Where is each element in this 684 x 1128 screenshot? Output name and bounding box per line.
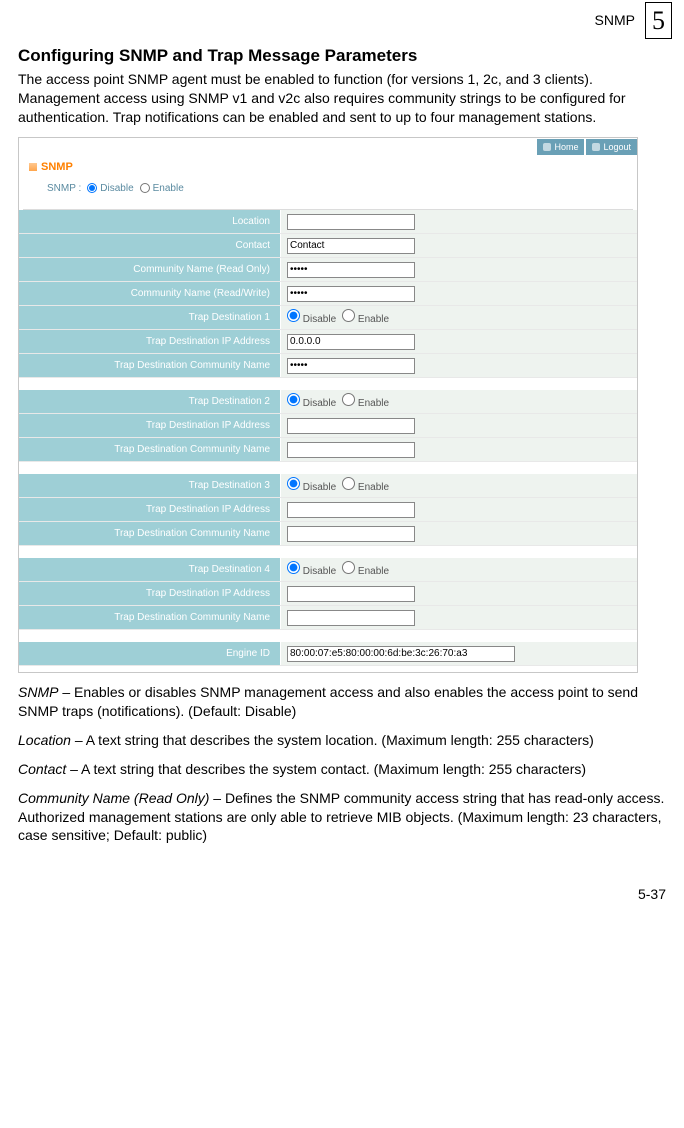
trap3-disable-radio[interactable]: [287, 477, 300, 490]
location-input[interactable]: [287, 214, 415, 230]
page-header: SNMP 5: [0, 0, 684, 45]
row-trap1-comm: Trap Destination Community Name: [19, 354, 637, 378]
trap4-dest-label: Trap Destination 4: [19, 558, 281, 581]
def-contact-term: Contact: [18, 761, 66, 777]
trap3-comm-label: Trap Destination Community Name: [19, 522, 281, 545]
trap3-ip-label: Trap Destination IP Address: [19, 498, 281, 521]
row-trap4-dest: Trap Destination 4 Disable Enable: [19, 558, 637, 582]
snmp-disable-radio[interactable]: [87, 183, 97, 193]
def-comm-ro-term: Community Name (Read Only): [18, 790, 209, 806]
trap1-comm-input[interactable]: [287, 358, 415, 374]
row-engine-id: Engine ID: [19, 642, 637, 666]
trap3-comm-input[interactable]: [287, 526, 415, 542]
trap2-disable-option[interactable]: Disable: [287, 393, 336, 411]
trap4-comm-input[interactable]: [287, 610, 415, 626]
snmp-enable-row: SNMP : Disable Enable: [19, 179, 637, 202]
comm-ro-input[interactable]: [287, 262, 415, 278]
def-location-text: – A text string that describes the syste…: [71, 732, 594, 748]
row-trap2-comm: Trap Destination Community Name: [19, 438, 637, 462]
trap2-ip-label: Trap Destination IP Address: [19, 414, 281, 437]
row-trap4-ip: Trap Destination IP Address: [19, 582, 637, 606]
row-trap4-comm: Trap Destination Community Name: [19, 606, 637, 630]
contact-input[interactable]: [287, 238, 415, 254]
location-label: Location: [19, 210, 281, 233]
def-location: Location – A text string that describes …: [18, 731, 666, 750]
trap1-enable-radio[interactable]: [342, 309, 355, 322]
trap2-comm-label: Trap Destination Community Name: [19, 438, 281, 461]
trap1-disable-radio[interactable]: [287, 309, 300, 322]
trap1-enable-option[interactable]: Enable: [342, 309, 389, 327]
snmp-ui-screenshot: Home Logout SNMP SNMP : Disable Enable L…: [18, 137, 638, 673]
trap3-disable-option[interactable]: Disable: [287, 477, 336, 495]
row-trap2-dest: Trap Destination 2 Disable Enable: [19, 390, 637, 414]
row-contact: Contact: [19, 234, 637, 258]
home-label: Home: [554, 141, 578, 153]
row-trap1-dest: Trap Destination 1 Disable Enable: [19, 306, 637, 330]
trap3-enable-option[interactable]: Enable: [342, 477, 389, 495]
def-contact-text: – A text string that describes the syste…: [66, 761, 586, 777]
engine-id-label: Engine ID: [19, 642, 281, 665]
trap2-ip-input[interactable]: [287, 418, 415, 434]
ui-topbar: Home Logout: [19, 138, 637, 156]
home-button[interactable]: Home: [537, 139, 584, 155]
def-comm-ro: Community Name (Read Only) – Defines the…: [18, 789, 666, 846]
trap4-enable-option[interactable]: Enable: [342, 561, 389, 579]
home-icon: [543, 143, 551, 151]
trap1-ip-label: Trap Destination IP Address: [19, 330, 281, 353]
trap1-ip-input[interactable]: [287, 334, 415, 350]
trap4-disable-radio[interactable]: [287, 561, 300, 574]
section-title: Configuring SNMP and Trap Message Parame…: [18, 45, 666, 68]
breadcrumb: SNMP: [595, 11, 635, 30]
trap4-ip-input[interactable]: [287, 586, 415, 602]
engine-id-input[interactable]: [287, 646, 515, 662]
trap4-comm-label: Trap Destination Community Name: [19, 606, 281, 629]
def-snmp: SNMP – Enables or disables SNMP manageme…: [18, 683, 666, 721]
trap2-dest-label: Trap Destination 2: [19, 390, 281, 413]
snmp-enable-option[interactable]: Enable: [140, 182, 184, 196]
panel-title: SNMP: [19, 156, 637, 179]
trap1-comm-label: Trap Destination Community Name: [19, 354, 281, 377]
comm-rw-input[interactable]: [287, 286, 415, 302]
snmp-enable-radio[interactable]: [140, 183, 150, 193]
trap3-enable-radio[interactable]: [342, 477, 355, 490]
trap4-ip-label: Trap Destination IP Address: [19, 582, 281, 605]
trap3-ip-input[interactable]: [287, 502, 415, 518]
trap2-comm-input[interactable]: [287, 442, 415, 458]
row-trap3-ip: Trap Destination IP Address: [19, 498, 637, 522]
intro-paragraph: The access point SNMP agent must be enab…: [18, 70, 666, 127]
trap4-enable-radio[interactable]: [342, 561, 355, 574]
page-number: 5-37: [0, 845, 684, 916]
trap1-dest-label: Trap Destination 1: [19, 306, 281, 329]
def-contact: Contact – A text string that describes t…: [18, 760, 666, 779]
panel-title-icon: [29, 163, 37, 171]
row-comm-rw: Community Name (Read/Write): [19, 282, 637, 306]
page-content: Configuring SNMP and Trap Message Parame…: [0, 45, 684, 845]
row-trap3-comm: Trap Destination Community Name: [19, 522, 637, 546]
trap2-enable-radio[interactable]: [342, 393, 355, 406]
row-trap2-ip: Trap Destination IP Address: [19, 414, 637, 438]
chapter-number: 5: [645, 2, 672, 39]
row-comm-ro: Community Name (Read Only): [19, 258, 637, 282]
logout-icon: [592, 143, 600, 151]
contact-label: Contact: [19, 234, 281, 257]
def-snmp-text: – Enables or disables SNMP management ac…: [18, 684, 638, 719]
logout-button[interactable]: Logout: [586, 139, 637, 155]
logout-label: Logout: [603, 141, 631, 153]
comm-ro-label: Community Name (Read Only): [19, 258, 281, 281]
row-location: Location: [19, 210, 637, 234]
def-snmp-term: SNMP: [18, 684, 58, 700]
trap1-disable-option[interactable]: Disable: [287, 309, 336, 327]
trap2-disable-radio[interactable]: [287, 393, 300, 406]
trap4-disable-option[interactable]: Disable: [287, 561, 336, 579]
row-trap1-ip: Trap Destination IP Address: [19, 330, 637, 354]
panel-title-text: SNMP: [41, 160, 73, 175]
snmp-label: SNMP :: [47, 182, 81, 196]
snmp-disable-option[interactable]: Disable: [87, 182, 133, 196]
row-trap3-dest: Trap Destination 3 Disable Enable: [19, 474, 637, 498]
trap3-dest-label: Trap Destination 3: [19, 474, 281, 497]
comm-rw-label: Community Name (Read/Write): [19, 282, 281, 305]
trap2-enable-option[interactable]: Enable: [342, 393, 389, 411]
def-location-term: Location: [18, 732, 71, 748]
